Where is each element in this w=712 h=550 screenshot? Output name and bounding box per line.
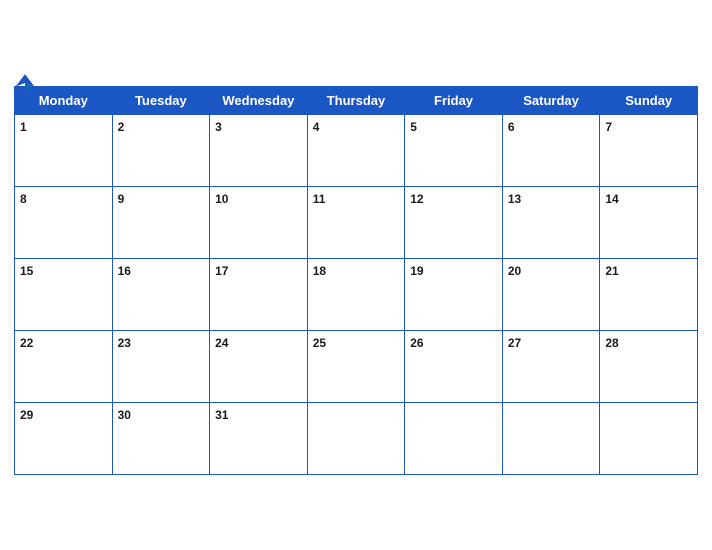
calendar-day-cell: 1 bbox=[15, 114, 113, 186]
day-number: 10 bbox=[215, 192, 228, 206]
day-number: 19 bbox=[410, 264, 423, 278]
day-number: 24 bbox=[215, 336, 228, 350]
calendar-day-cell: 12 bbox=[405, 186, 503, 258]
calendar-day-cell: 2 bbox=[112, 114, 210, 186]
day-number: 12 bbox=[410, 192, 423, 206]
calendar-day-cell: 22 bbox=[15, 330, 113, 402]
day-number: 21 bbox=[605, 264, 618, 278]
calendar-week-row: 29 30 31 bbox=[15, 402, 698, 474]
calendar-day-cell: 27 bbox=[502, 330, 600, 402]
day-number: 27 bbox=[508, 336, 521, 350]
calendar-day-cell: 10 bbox=[210, 186, 308, 258]
day-number: 31 bbox=[215, 408, 228, 422]
day-number: 23 bbox=[118, 336, 131, 350]
weekday-header-tuesday: Tuesday bbox=[112, 86, 210, 114]
weekday-header-row: MondayTuesdayWednesdayThursdayFridaySatu… bbox=[15, 86, 698, 114]
weekday-header-friday: Friday bbox=[405, 86, 503, 114]
day-number: 1 bbox=[20, 120, 27, 134]
calendar-day-cell: 13 bbox=[502, 186, 600, 258]
day-number: 18 bbox=[313, 264, 326, 278]
calendar-day-cell: 6 bbox=[502, 114, 600, 186]
weekday-header-thursday: Thursday bbox=[307, 86, 405, 114]
calendar-day-cell: 19 bbox=[405, 258, 503, 330]
day-number: 8 bbox=[20, 192, 27, 206]
calendar-day-cell: 9 bbox=[112, 186, 210, 258]
day-number: 7 bbox=[605, 120, 612, 134]
calendar-week-row: 22 23 24 25 26 27 28 bbox=[15, 330, 698, 402]
calendar-day-cell: 17 bbox=[210, 258, 308, 330]
day-number: 2 bbox=[118, 120, 125, 134]
day-number: 15 bbox=[20, 264, 33, 278]
day-number: 26 bbox=[410, 336, 423, 350]
calendar-day-cell bbox=[307, 402, 405, 474]
calendar-day-cell: 15 bbox=[15, 258, 113, 330]
calendar-week-row: 1 2 3 4 5 6 7 bbox=[15, 114, 698, 186]
calendar-day-cell: 29 bbox=[15, 402, 113, 474]
day-number: 30 bbox=[118, 408, 131, 422]
calendar-day-cell: 18 bbox=[307, 258, 405, 330]
calendar-day-cell: 31 bbox=[210, 402, 308, 474]
calendar-day-cell: 16 bbox=[112, 258, 210, 330]
day-number: 5 bbox=[410, 120, 417, 134]
weekday-header-saturday: Saturday bbox=[502, 86, 600, 114]
day-number: 13 bbox=[508, 192, 521, 206]
logo-bird-icon bbox=[14, 72, 36, 94]
calendar-container: MondayTuesdayWednesdayThursdayFridaySatu… bbox=[0, 62, 712, 489]
calendar-day-cell: 30 bbox=[112, 402, 210, 474]
day-number: 20 bbox=[508, 264, 521, 278]
day-number: 6 bbox=[508, 120, 515, 134]
calendar-header bbox=[14, 72, 698, 80]
calendar-day-cell: 24 bbox=[210, 330, 308, 402]
day-number: 16 bbox=[118, 264, 131, 278]
calendar-day-cell: 21 bbox=[600, 258, 698, 330]
day-number: 3 bbox=[215, 120, 222, 134]
calendar-day-cell: 3 bbox=[210, 114, 308, 186]
day-number: 22 bbox=[20, 336, 33, 350]
calendar-thead: MondayTuesdayWednesdayThursdayFridaySatu… bbox=[15, 86, 698, 114]
calendar-day-cell: 28 bbox=[600, 330, 698, 402]
calendar-day-cell: 11 bbox=[307, 186, 405, 258]
day-number: 29 bbox=[20, 408, 33, 422]
calendar-day-cell: 23 bbox=[112, 330, 210, 402]
calendar-day-cell: 5 bbox=[405, 114, 503, 186]
calendar-week-row: 8 9 10 11 12 13 14 bbox=[15, 186, 698, 258]
calendar-day-cell: 20 bbox=[502, 258, 600, 330]
calendar-day-cell: 4 bbox=[307, 114, 405, 186]
calendar-body: 1234567891011121314151617181920212223242… bbox=[15, 114, 698, 474]
calendar-day-cell bbox=[600, 402, 698, 474]
calendar-day-cell: 25 bbox=[307, 330, 405, 402]
day-number: 11 bbox=[313, 192, 326, 206]
day-number: 25 bbox=[313, 336, 326, 350]
calendar-table: MondayTuesdayWednesdayThursdayFridaySatu… bbox=[14, 86, 698, 475]
logo-area bbox=[14, 72, 39, 94]
calendar-week-row: 15 16 17 18 19 20 21 bbox=[15, 258, 698, 330]
weekday-header-wednesday: Wednesday bbox=[210, 86, 308, 114]
calendar-day-cell: 14 bbox=[600, 186, 698, 258]
day-number: 14 bbox=[605, 192, 618, 206]
calendar-day-cell bbox=[502, 402, 600, 474]
day-number: 17 bbox=[215, 264, 228, 278]
day-number: 28 bbox=[605, 336, 618, 350]
calendar-day-cell bbox=[405, 402, 503, 474]
calendar-day-cell: 8 bbox=[15, 186, 113, 258]
weekday-header-sunday: Sunday bbox=[600, 86, 698, 114]
day-number: 4 bbox=[313, 120, 320, 134]
day-number: 9 bbox=[118, 192, 125, 206]
calendar-day-cell: 7 bbox=[600, 114, 698, 186]
calendar-day-cell: 26 bbox=[405, 330, 503, 402]
